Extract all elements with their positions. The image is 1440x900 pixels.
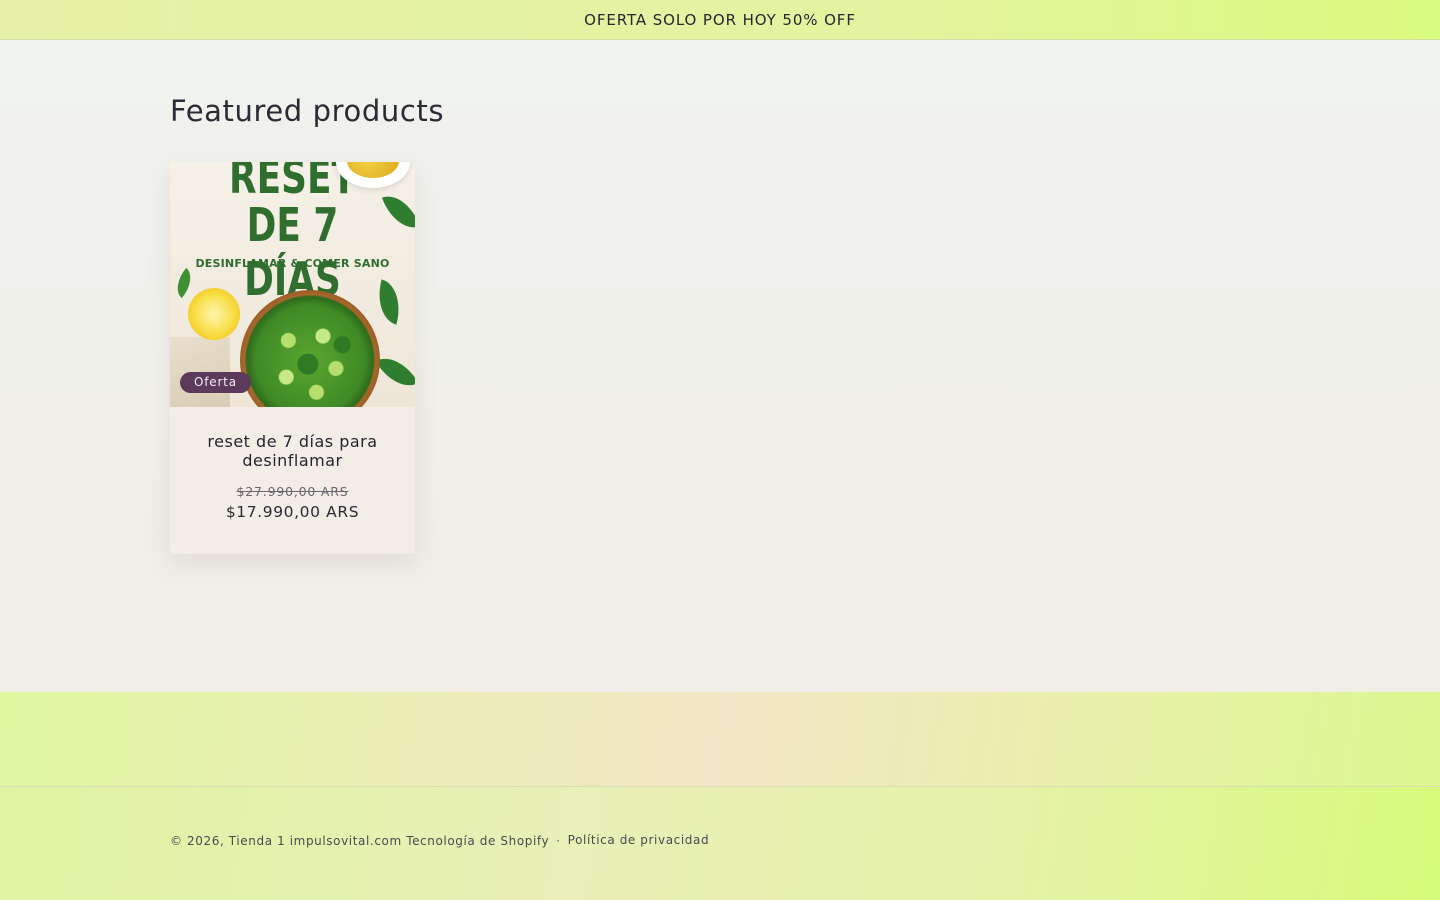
price-regular: $27.990,00 ARS bbox=[236, 484, 349, 499]
price-sale: $17.990,00 ARS bbox=[225, 503, 360, 521]
spinach-leaf-graphic bbox=[170, 267, 199, 299]
product-card[interactable]: RESET DE 7 DÍAS DESINFLAMAR & COMER SANO… bbox=[170, 162, 415, 554]
store-link[interactable]: Tienda 1 impulsovital.com bbox=[229, 834, 402, 848]
lemon-graphic bbox=[188, 288, 240, 340]
product-image-subtitle: DESINFLAMAR & COMER SANO bbox=[195, 257, 390, 270]
salad-vegetables-graphic bbox=[256, 308, 364, 407]
featured-products-section: Featured products RESET DE 7 DÍAS DESINF… bbox=[0, 40, 1440, 692]
product-image[interactable]: RESET DE 7 DÍAS DESINFLAMAR & COMER SANO bbox=[170, 162, 415, 407]
footer-separator: · bbox=[556, 834, 561, 848]
footer-copyright-line: © 2026, Tienda 1 impulsovital.com Tecnol… bbox=[170, 833, 710, 848]
footer: © 2026, Tienda 1 impulsovital.com Tecnol… bbox=[0, 787, 1440, 900]
announcement-text: OFERTA SOLO POR HOY 50% OFF bbox=[584, 10, 856, 29]
announcement-bar: OFERTA SOLO POR HOY 50% OFF bbox=[0, 0, 1440, 40]
spinach-leaf-graphic bbox=[375, 348, 415, 396]
privacy-policy-link[interactable]: Política de privacidad bbox=[568, 833, 710, 847]
sale-badge: Oferta bbox=[180, 372, 251, 393]
product-card-info: reset de 7 días para desinflamar $27.990… bbox=[170, 432, 415, 521]
copyright-text: © 2026, bbox=[170, 834, 229, 848]
product-title[interactable]: reset de 7 días para desinflamar bbox=[170, 432, 415, 470]
footer-top bbox=[0, 692, 1440, 787]
section-title: Featured products bbox=[170, 94, 445, 128]
shopify-link[interactable]: Tecnología de Shopify bbox=[406, 834, 549, 848]
